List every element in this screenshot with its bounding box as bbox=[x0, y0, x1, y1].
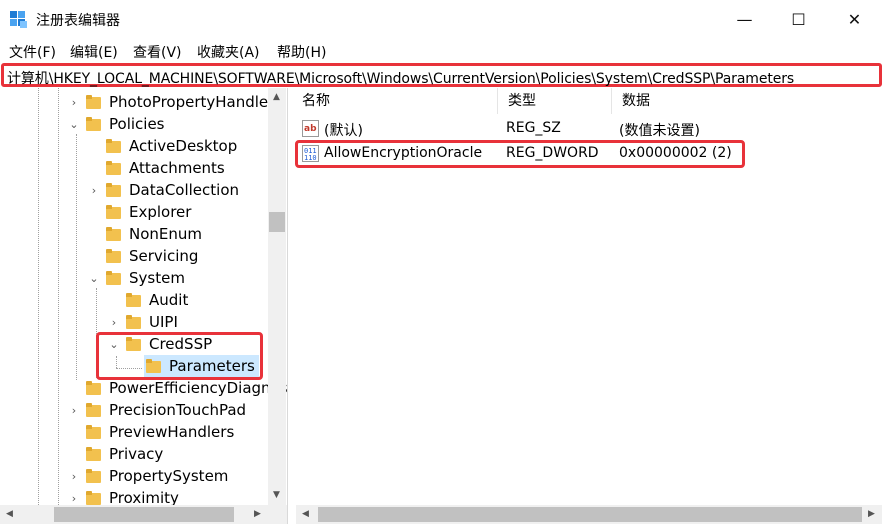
tree-item-precisiontouchpad[interactable]: › PrecisionTouchPad bbox=[68, 399, 246, 421]
folder-icon bbox=[86, 469, 101, 483]
chevron-right-icon[interactable]: › bbox=[68, 404, 80, 417]
tree-item-explorer[interactable]: Explorer bbox=[88, 201, 191, 223]
scroll-right-icon[interactable]: ▶ bbox=[868, 509, 875, 519]
chevron-right-icon[interactable]: › bbox=[68, 470, 80, 483]
folder-icon bbox=[106, 227, 121, 241]
chevron-right-icon[interactable]: › bbox=[68, 492, 80, 505]
menu-view[interactable]: 查看(V) bbox=[133, 42, 182, 62]
tree-item-datacollection[interactable]: › DataCollection bbox=[88, 179, 239, 201]
tree-item-attachments[interactable]: Attachments bbox=[88, 157, 225, 179]
value-type: REG_SZ bbox=[506, 120, 561, 136]
folder-icon bbox=[126, 315, 141, 329]
chevron-down-icon[interactable]: ⌄ bbox=[68, 118, 80, 131]
address-path[interactable]: 计算机\HKEY_LOCAL_MACHINE\SOFTWARE\Microsof… bbox=[7, 68, 794, 88]
folder-icon bbox=[106, 271, 121, 285]
folder-icon bbox=[106, 249, 121, 263]
scroll-right-icon[interactable]: ▶ bbox=[254, 509, 261, 519]
menu-edit[interactable]: 编辑(E) bbox=[70, 42, 118, 62]
scroll-left-icon[interactable]: ◀ bbox=[6, 509, 13, 519]
folder-icon bbox=[106, 183, 121, 197]
chevron-down-icon[interactable]: ⌄ bbox=[108, 338, 120, 351]
close-button[interactable]: ✕ bbox=[826, 0, 883, 38]
tree-item-previewhandlers[interactable]: PreviewHandlers bbox=[68, 421, 234, 443]
tree-horizontal-scroll-thumb[interactable] bbox=[54, 507, 234, 522]
list-item-default[interactable]: ab (默认) REG_SZ (数值未设置) bbox=[292, 117, 882, 141]
chevron-right-icon[interactable]: › bbox=[68, 96, 80, 109]
folder-icon bbox=[86, 95, 101, 109]
value-type: REG_DWORD bbox=[506, 145, 599, 161]
menu-help[interactable]: 帮助(H) bbox=[277, 42, 326, 62]
folder-icon bbox=[86, 403, 101, 417]
chevron-right-icon[interactable]: › bbox=[108, 316, 120, 329]
tree-item-nonenum[interactable]: NonEnum bbox=[88, 223, 202, 245]
tree-item-policies[interactable]: ⌄ Policies bbox=[68, 113, 164, 135]
value-data: (数值未设置) bbox=[619, 123, 700, 139]
tree-item-powerefficiencydiagnostics[interactable]: PowerEfficiencyDiagnostics bbox=[68, 377, 287, 399]
column-header-name[interactable]: 名称 bbox=[292, 88, 498, 114]
folder-icon bbox=[106, 205, 121, 219]
chevron-down-icon[interactable]: ⌄ bbox=[88, 272, 100, 285]
tree-item-privacy[interactable]: Privacy bbox=[68, 443, 163, 465]
list-horizontal-scroll-thumb[interactable] bbox=[318, 507, 862, 522]
value-data: 0x00000002 (2) bbox=[619, 145, 732, 161]
window-bottom-edge bbox=[0, 524, 887, 529]
menu-bar: 文件(F) 编辑(E) 查看(V) 收藏夹(A) 帮助(H) bbox=[0, 40, 887, 62]
tree-item-activedesktop[interactable]: ActiveDesktop bbox=[88, 135, 237, 157]
regedit-icon bbox=[10, 11, 27, 28]
minimize-button[interactable]: — bbox=[716, 0, 773, 38]
svg-text:110: 110 bbox=[304, 154, 317, 162]
tree-item-photopropertyhandler[interactable]: › PhotoPropertyHandler bbox=[68, 91, 275, 113]
tree-item-servicing[interactable]: Servicing bbox=[88, 245, 198, 267]
svg-text:ab: ab bbox=[304, 124, 317, 134]
address-bar[interactable]: 计算机\HKEY_LOCAL_MACHINE\SOFTWARE\Microsof… bbox=[1, 63, 882, 87]
tree-vertical-scroll-thumb[interactable] bbox=[269, 212, 285, 232]
values-list-pane: 名称 类型 数据 ab (默认) REG_SZ (数值未设置) 011 110 … bbox=[292, 88, 887, 529]
column-header-data[interactable]: 数据 bbox=[612, 88, 882, 114]
value-name: AllowEncryptionOracle bbox=[324, 145, 483, 161]
folder-icon bbox=[86, 491, 101, 505]
tree-item-credssp[interactable]: ⌄ CredSSP bbox=[108, 333, 212, 355]
tree-vertical-scrollbar[interactable] bbox=[268, 88, 286, 505]
folder-icon bbox=[146, 359, 161, 373]
tree-item-propertysystem[interactable]: › PropertySystem bbox=[68, 465, 229, 487]
menu-file[interactable]: 文件(F) bbox=[9, 42, 56, 62]
chevron-right-icon[interactable]: › bbox=[88, 184, 100, 197]
column-header-type[interactable]: 类型 bbox=[498, 88, 612, 114]
menu-favorites[interactable]: 收藏夹(A) bbox=[197, 42, 260, 62]
maximize-button[interactable]: ☐ bbox=[770, 0, 827, 38]
folder-icon bbox=[106, 161, 121, 175]
folder-icon bbox=[86, 447, 101, 461]
folder-icon bbox=[86, 425, 101, 439]
scroll-up-icon[interactable]: ▲ bbox=[273, 92, 280, 102]
binary-value-icon: 011 110 bbox=[302, 145, 319, 162]
value-name: (默认) bbox=[324, 123, 363, 139]
tree-item-uipi[interactable]: › UIPI bbox=[108, 311, 178, 333]
window-title: 注册表编辑器 bbox=[36, 13, 120, 29]
tree-item-audit[interactable]: Audit bbox=[108, 289, 188, 311]
folder-icon bbox=[86, 117, 101, 131]
tree-pane: › PhotoPropertyHandler ⌄ Policies Active… bbox=[0, 88, 288, 529]
title-bar: 注册表编辑器 — ☐ ✕ bbox=[0, 0, 887, 38]
tree-item-parameters[interactable]: Parameters bbox=[144, 355, 259, 377]
folder-icon bbox=[126, 337, 141, 351]
folder-icon bbox=[126, 293, 141, 307]
list-item-allowencryptionoracle[interactable]: 011 110 AllowEncryptionOracle REG_DWORD … bbox=[292, 142, 882, 166]
scroll-down-icon[interactable]: ▼ bbox=[273, 490, 280, 500]
folder-icon bbox=[106, 139, 121, 153]
string-value-icon: ab bbox=[302, 120, 319, 137]
folder-icon bbox=[86, 381, 101, 395]
tree-item-system[interactable]: ⌄ System bbox=[88, 267, 185, 289]
scroll-left-icon[interactable]: ◀ bbox=[302, 509, 309, 519]
